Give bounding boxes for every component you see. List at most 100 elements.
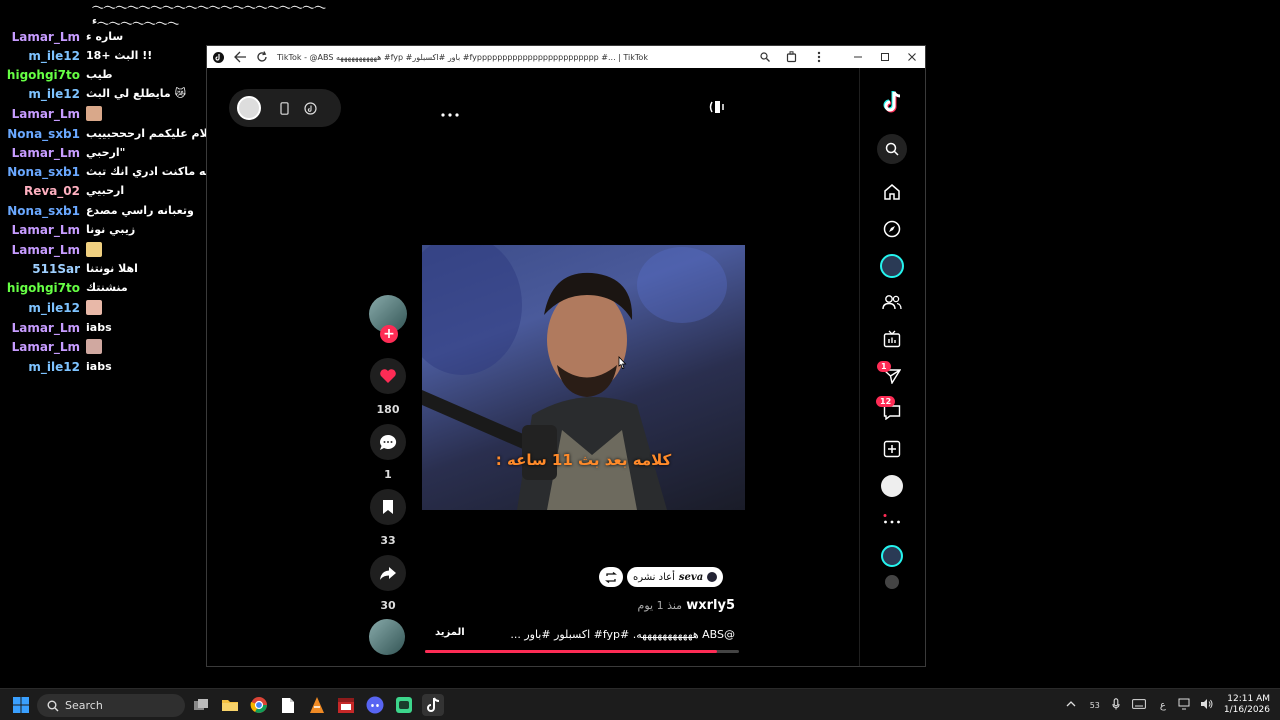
- repost-badge[interactable]: seva أعاد نشره: [627, 567, 724, 587]
- post-time: منذ 1 يوم: [637, 599, 683, 612]
- chat-username[interactable]: Lamar_Lm: [0, 243, 86, 257]
- comment-icon: [380, 434, 397, 450]
- chat-username[interactable]: higohgi7to: [0, 281, 86, 295]
- follow-plus-icon[interactable]: +: [380, 325, 398, 343]
- close-button[interactable]: [898, 46, 925, 68]
- chat-username[interactable]: Lamar_Lm: [0, 223, 86, 237]
- chat-username[interactable]: Lamar_Lm: [0, 30, 86, 44]
- input-language[interactable]: ع: [1152, 700, 1174, 711]
- like-count: 180: [376, 403, 400, 416]
- volume-icon[interactable]: [707, 98, 727, 120]
- chat-username[interactable]: m_ile12: [0, 301, 86, 315]
- live-tv-icon[interactable]: [876, 323, 908, 355]
- reload-icon[interactable]: [251, 46, 273, 68]
- repost-icon[interactable]: [599, 567, 623, 587]
- tiktok-small-icon[interactable]: [303, 101, 317, 115]
- chat-username[interactable]: Lamar_Lm: [0, 146, 86, 160]
- task-view-icon[interactable]: [190, 694, 212, 716]
- profile-avatar[interactable]: [237, 96, 261, 120]
- home-icon[interactable]: [876, 176, 908, 208]
- discord-icon[interactable]: [364, 694, 386, 716]
- video-player[interactable]: كلامه بعد بث 11 ساعه :: [422, 245, 745, 510]
- tiktok-logo-icon[interactable]: [876, 86, 908, 118]
- chat-text: البث +18 !!: [86, 49, 153, 62]
- chevron-up-icon[interactable]: [1058, 700, 1084, 710]
- minimize-button[interactable]: [844, 46, 871, 68]
- chat-username[interactable]: Lamar_Lm: [0, 107, 86, 121]
- search-icon: [47, 700, 59, 711]
- chat-username[interactable]: Nona_sxb1: [0, 127, 86, 141]
- author-line: wxrly5 منذ 1 يوم: [597, 598, 735, 613]
- chrome-icon[interactable]: [248, 694, 270, 716]
- tiktok-taskbar-icon[interactable]: [422, 694, 444, 716]
- chat-username[interactable]: 511Sar: [0, 262, 86, 276]
- chat-username[interactable]: higohgi7to: [0, 68, 86, 82]
- upload-plus-icon[interactable]: [876, 433, 908, 465]
- extensions-icon[interactable]: [778, 46, 805, 68]
- repost-label: أعاد نشره: [633, 571, 675, 583]
- maximize-button[interactable]: [871, 46, 898, 68]
- windows-start-icon[interactable]: [13, 697, 29, 713]
- tray-number[interactable]: 53: [1084, 701, 1106, 710]
- notepad-icon[interactable]: [277, 694, 299, 716]
- chat-text: منشنتك: [86, 281, 128, 294]
- friends-icon[interactable]: [876, 286, 908, 318]
- chat-username[interactable]: Lamar_Lm: [0, 321, 86, 335]
- chat-username[interactable]: Lamar_Lm: [0, 340, 86, 354]
- mouse-pointer-icon: [618, 356, 627, 370]
- video-frame-graphic: [422, 245, 727, 510]
- chat-text: وتعبانه راسي مصدع: [86, 204, 194, 217]
- chat-emote: [86, 300, 102, 315]
- green-app-icon[interactable]: [393, 694, 415, 716]
- calendar-app-icon[interactable]: [335, 694, 357, 716]
- comment-count: 1: [384, 468, 392, 481]
- save-count: 33: [380, 534, 396, 547]
- share-count: 30: [380, 599, 396, 612]
- music-disc-avatar[interactable]: [369, 619, 405, 655]
- tiktok-app-window: TikTok - @ABS هههههههههههه #fyp #باور #ا…: [206, 45, 926, 667]
- explore-compass-icon[interactable]: [876, 213, 908, 245]
- author-name[interactable]: wxrly5: [686, 598, 735, 613]
- microphone-icon[interactable]: [1106, 697, 1126, 713]
- chat-username[interactable]: m_ile12: [0, 87, 86, 101]
- top-controls-pill: [229, 89, 341, 127]
- share-button[interactable]: [370, 555, 406, 591]
- volume-speaker-icon[interactable]: [1196, 698, 1218, 713]
- inbox-icon[interactable]: 12: [876, 396, 908, 428]
- back-arrow-icon[interactable]: [229, 46, 251, 68]
- chat-text: والله ماكنت ادري انك تبث: [86, 165, 225, 178]
- taskbar-search-placeholder: Search: [65, 699, 103, 712]
- chat-emote: [86, 339, 102, 354]
- chat-username[interactable]: m_ile12: [0, 49, 86, 63]
- following-avatar[interactable]: [876, 250, 908, 282]
- chat-text: iabs: [86, 321, 112, 334]
- chat-username[interactable]: Nona_sxb1: [0, 204, 86, 218]
- followed-account-avatar[interactable]: [876, 566, 908, 598]
- save-button[interactable]: [370, 489, 406, 525]
- network-icon[interactable]: [1174, 698, 1196, 713]
- more-dots-icon[interactable]: [876, 504, 908, 536]
- messages-send-icon[interactable]: 1: [876, 360, 908, 392]
- taskbar-search-box[interactable]: Search: [37, 694, 185, 717]
- more-link[interactable]: المزيد: [435, 627, 465, 638]
- search-button[interactable]: [876, 133, 908, 165]
- keyboard-icon[interactable]: [1126, 698, 1152, 712]
- zoom-icon[interactable]: [751, 46, 778, 68]
- like-button[interactable]: [370, 358, 406, 394]
- comment-button[interactable]: [370, 424, 406, 460]
- video-progress-fill: [425, 650, 718, 653]
- chat-username[interactable]: Reva_02: [0, 184, 86, 198]
- more-vertical-icon[interactable]: [805, 46, 832, 68]
- profile-avatar-icon[interactable]: [876, 470, 908, 502]
- vlc-like-app-icon[interactable]: [306, 694, 328, 716]
- more-options-icon[interactable]: [441, 102, 459, 121]
- clock-date: 1/16/2026: [1223, 705, 1270, 715]
- file-explorer-icon[interactable]: [219, 694, 241, 716]
- taskbar-clock[interactable]: 12:11 AM 1/16/2026: [1218, 694, 1280, 716]
- clock-time: 12:11 AM: [1227, 694, 1270, 704]
- phone-icon[interactable]: [277, 101, 291, 115]
- chat-username[interactable]: m_ile12: [0, 360, 86, 374]
- chat-username[interactable]: Nona_sxb1: [0, 165, 86, 179]
- video-progress-bar[interactable]: [425, 650, 739, 653]
- chat-text: مايطلع لي البث 😿: [86, 87, 187, 100]
